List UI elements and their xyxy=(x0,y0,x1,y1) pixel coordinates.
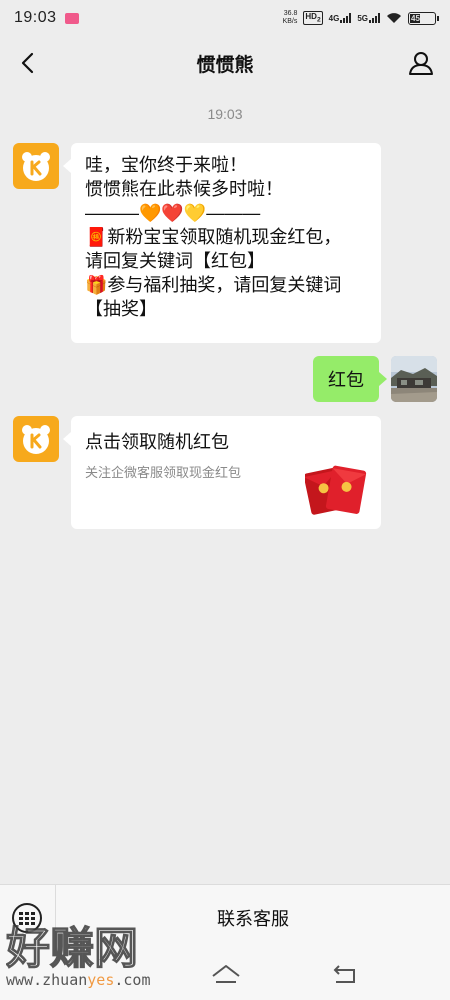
status-bar: 19:03 36.8 KB/s HD2 4G 5G 45 xyxy=(0,0,450,36)
net-speed: 36.8 KB/s xyxy=(283,10,298,26)
battery-icon: 45 xyxy=(408,11,439,25)
red-envelope-icon xyxy=(305,465,367,515)
bot-avatar[interactable] xyxy=(13,143,59,189)
wifi-icon xyxy=(387,13,401,23)
chevron-left-icon xyxy=(21,52,34,74)
bear-logo-icon xyxy=(22,425,50,454)
system-back-icon[interactable] xyxy=(330,962,358,986)
chat-header: 惯惯熊 xyxy=(0,36,450,90)
message-bubble-welcome[interactable]: 哇，宝你终于来啦！ 惯惯熊在此恭候多时啦！ ———🧡❤️💛——— 🧧新粉宝宝领取… xyxy=(63,143,381,343)
signal-4g-icon: 4G xyxy=(329,13,352,23)
hd-icon: HD2 xyxy=(303,11,323,25)
redpacket-card[interactable]: 点击领取随机红包 关注企微客服领取现金红包 xyxy=(63,416,381,529)
hd-label: HD xyxy=(305,12,317,22)
app-notification-icon xyxy=(64,12,79,24)
back-button[interactable] xyxy=(12,48,42,78)
card-title: 点击领取随机红包 xyxy=(85,432,229,452)
status-time: 19:03 xyxy=(14,9,57,26)
message-line: 请回复关键词【红包】 xyxy=(85,251,265,271)
user-avatar-photo xyxy=(391,356,437,402)
profile-button[interactable] xyxy=(406,48,436,78)
message-line: 【抽奖】 xyxy=(85,299,157,319)
user-avatar[interactable] xyxy=(391,356,437,402)
page-title: 惯惯熊 xyxy=(196,54,254,76)
message-line: 哇，宝你终于来啦！ xyxy=(85,155,247,175)
message-line: 惯惯熊在此恭候多时啦！ xyxy=(85,179,283,199)
net-speed-unit: KB/s xyxy=(282,18,298,25)
keyboard-toggle-button[interactable] xyxy=(12,903,42,933)
home-icon[interactable] xyxy=(210,962,242,986)
message-line: ———🧡❤️💛——— xyxy=(85,203,261,223)
system-nav-bar xyxy=(0,950,450,1000)
signal-5g-icon: 5G xyxy=(357,13,380,23)
battery-level: 45 xyxy=(411,13,420,23)
bot-avatar[interactable] xyxy=(13,416,59,462)
bottom-menu-bar: 联系客服 xyxy=(0,884,450,951)
bear-logo-icon xyxy=(22,152,50,181)
message-line: 🎁参与福利抽奖，请回复关键词 xyxy=(85,275,342,295)
message-text: 红包 xyxy=(328,370,364,390)
hd-sub: 2 xyxy=(316,16,321,24)
message-line: 🧧新粉宝宝领取随机现金红包， xyxy=(85,227,342,247)
chat-timestamp: 19:03 xyxy=(207,106,243,122)
message-bubble-user[interactable]: 红包 xyxy=(313,356,387,402)
net-5g-label: 5G xyxy=(357,14,368,23)
status-indicators: 36.8 KB/s HD2 4G 5G 45 xyxy=(283,10,439,26)
contact-service-menu-button[interactable]: 联系客服 xyxy=(56,885,450,951)
user-icon xyxy=(409,52,433,75)
net-speed-value: 36.8 xyxy=(283,10,298,17)
net-4g-label: 4G xyxy=(328,14,340,23)
